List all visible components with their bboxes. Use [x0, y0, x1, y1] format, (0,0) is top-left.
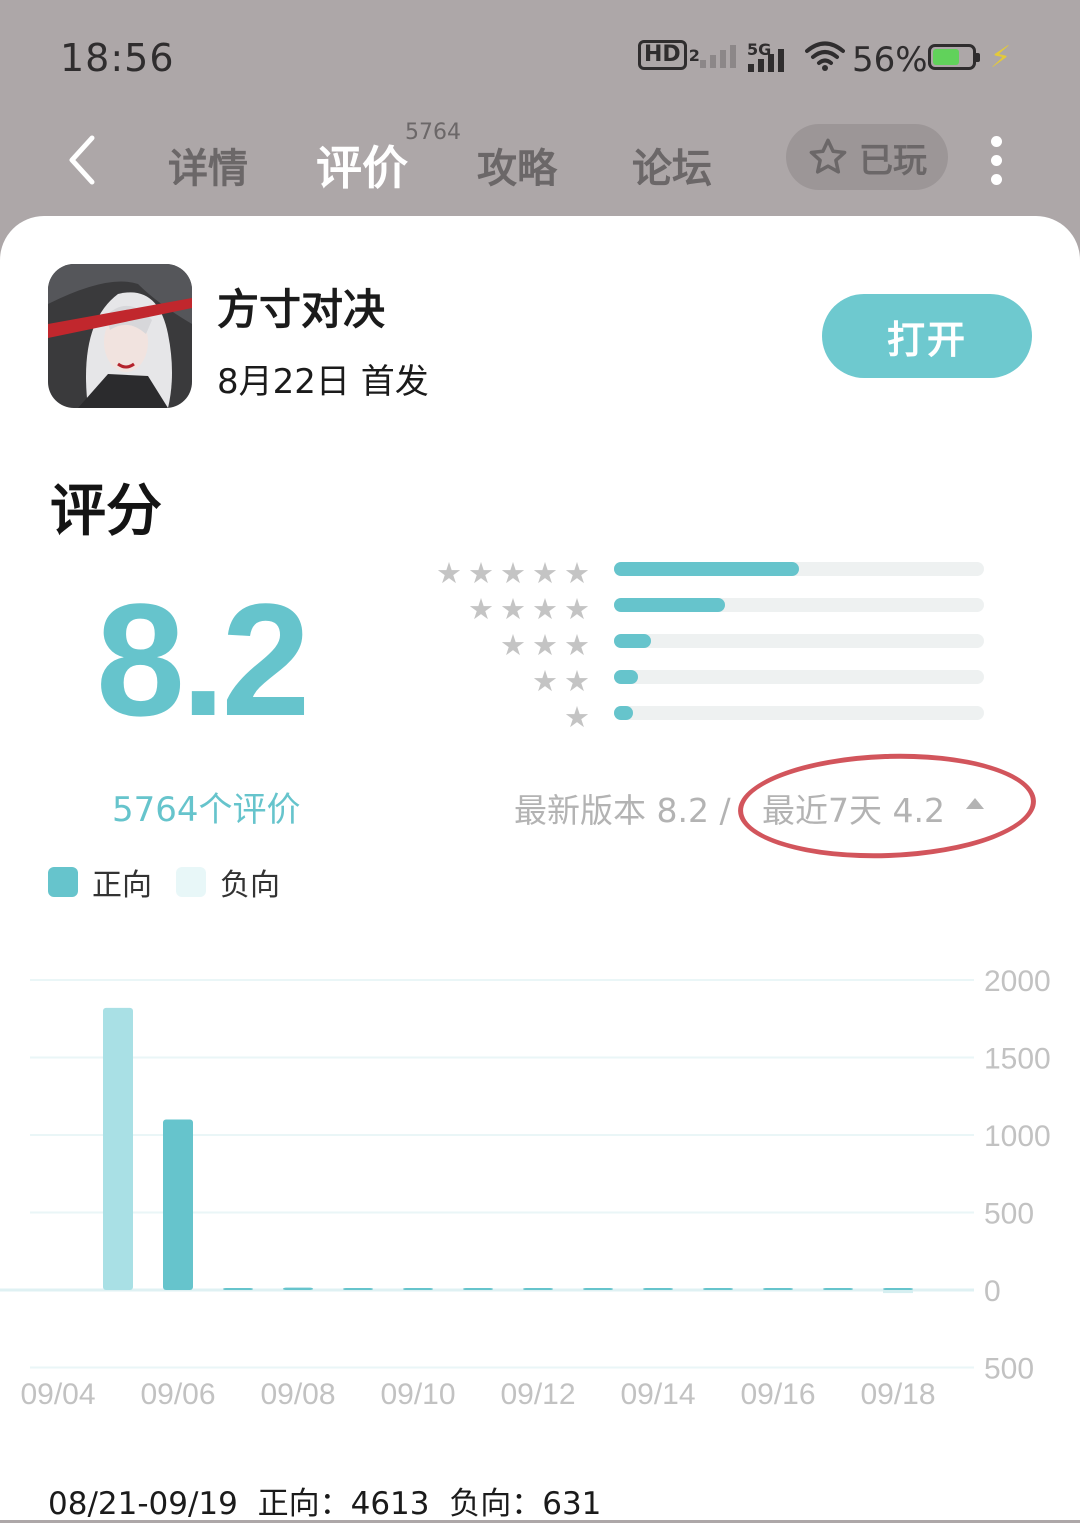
star-icons: ★★★ [500, 628, 596, 662]
game-icon [48, 264, 192, 408]
y-tick-label: 0 [984, 1275, 1001, 1308]
star-row-3: ★★★ [0, 628, 596, 662]
positive-swatch [48, 867, 78, 897]
played-button[interactable]: 已玩 [786, 124, 948, 190]
signal-sim1-icon [700, 40, 736, 68]
bar-positive [223, 1288, 253, 1290]
star-row-2: ★★ [0, 664, 596, 698]
summary-footer: 08/21-09/19 正向：4613 负向：631 [48, 1478, 601, 1523]
bar-positive [583, 1288, 613, 1290]
bar-positive [283, 1287, 313, 1290]
open-button[interactable]: 打开 [822, 294, 1032, 378]
wifi-icon [805, 40, 845, 72]
x-tick-label: 09/08 [260, 1378, 335, 1411]
y-tick-label: 2000 [984, 965, 1051, 998]
tab-reviews[interactable]: 评价 [316, 132, 408, 198]
main-card: 方寸对决 8月22日 首发 打开 评分 8.2 5764个评价 ★★★★★ ★★★… [0, 216, 1080, 1523]
review-count-link[interactable]: 5764个评价 [112, 782, 301, 831]
star-icons: ★★ [532, 664, 596, 698]
x-tick-label: 09/12 [500, 1378, 575, 1411]
rating-bar-fill [614, 562, 799, 576]
rating-bar-5 [614, 562, 984, 576]
rating-bar-4 [614, 598, 984, 612]
bar-positive [163, 1119, 193, 1290]
battery-icon [928, 44, 980, 70]
negative-swatch [176, 867, 206, 897]
x-tick-label: 09/18 [860, 1378, 935, 1411]
date-range: 08/21-09/19 [48, 1486, 238, 1522]
rating-bar-fill [614, 598, 725, 612]
star-row-1: ★ [0, 700, 596, 734]
battery-percent: 56% [852, 40, 928, 80]
review-trend-chart: 2000 1500 1000 500 0 500 09/04 09/06 09/08 09/10 0… [0, 965, 1051, 1411]
rating-bar-1 [614, 706, 984, 720]
y-tick-label: 1500 [984, 1043, 1051, 1076]
hd-voice-icon: HD 2 [638, 40, 700, 70]
status-bar: 18:56 HD 2 5G 56% ⚡ [0, 0, 1080, 110]
review-count-badge: 5764 [405, 120, 461, 145]
rating-bar-fill [614, 670, 639, 684]
rating-bar-fill [614, 706, 633, 720]
rating-bar-2 [614, 670, 984, 684]
x-tick-label: 09/14 [620, 1378, 695, 1411]
tab-guides[interactable]: 攻略 [477, 136, 557, 194]
chart-legend: 正向 负向 [48, 860, 280, 904]
star-row-4: ★★★★ [0, 592, 596, 626]
bar-positive [643, 1288, 673, 1290]
star-icons: ★ [564, 700, 596, 734]
negative-total: 负向：631 [449, 1486, 602, 1522]
star-outline-icon [809, 138, 847, 174]
rating-bar-3 [614, 634, 984, 648]
bar-positive [883, 1288, 913, 1290]
red-circle-annotation [736, 748, 1038, 864]
y-tick-label: 500 [984, 1353, 1034, 1386]
rating-section-title: 评分 [50, 479, 162, 544]
legend-positive: 正向 [92, 868, 152, 903]
bar-positive [763, 1288, 793, 1290]
legend-negative: 负向 [220, 868, 280, 903]
rating-bar-fill [614, 634, 651, 648]
bar-positive [463, 1288, 493, 1290]
bar-positive [523, 1288, 553, 1290]
bar-positive [103, 1007, 133, 1290]
y-tick-label: 500 [984, 1198, 1034, 1231]
bar-negative [883, 1290, 913, 1294]
bar-positive [703, 1288, 733, 1290]
clock: 18:56 [60, 36, 175, 80]
y-tick-label: 1000 [984, 1120, 1051, 1153]
tab-details[interactable]: 详情 [168, 136, 248, 194]
tab-forum[interactable]: 论坛 [632, 136, 712, 194]
bar-positive [343, 1288, 373, 1290]
star-icons: ★★★★★ [436, 556, 596, 590]
release-date: 8月22日 首发 [217, 362, 429, 402]
more-icon[interactable] [988, 136, 1004, 186]
bar-positive [823, 1288, 853, 1290]
x-tick-label: 09/16 [740, 1378, 815, 1411]
top-nav: 详情 评价 5764 攻略 论坛 已玩 [0, 112, 1080, 208]
latest-version-score: 最新版本 8.2 / [514, 791, 731, 830]
bar-positive [403, 1288, 433, 1290]
star-row-5: ★★★★★ [0, 556, 596, 590]
x-tick-label: 09/06 [140, 1378, 215, 1411]
game-title: 方寸对决 [217, 285, 386, 334]
played-label: 已玩 [859, 140, 927, 181]
charging-bolt-icon: ⚡ [990, 40, 1012, 75]
positive-total: 正向：4613 [257, 1486, 430, 1522]
signal-sim2-icon [748, 44, 784, 72]
star-icons: ★★★★ [468, 592, 596, 626]
x-tick-label: 09/10 [380, 1378, 455, 1411]
x-tick-label: 09/04 [20, 1378, 95, 1411]
back-icon[interactable] [62, 132, 112, 188]
